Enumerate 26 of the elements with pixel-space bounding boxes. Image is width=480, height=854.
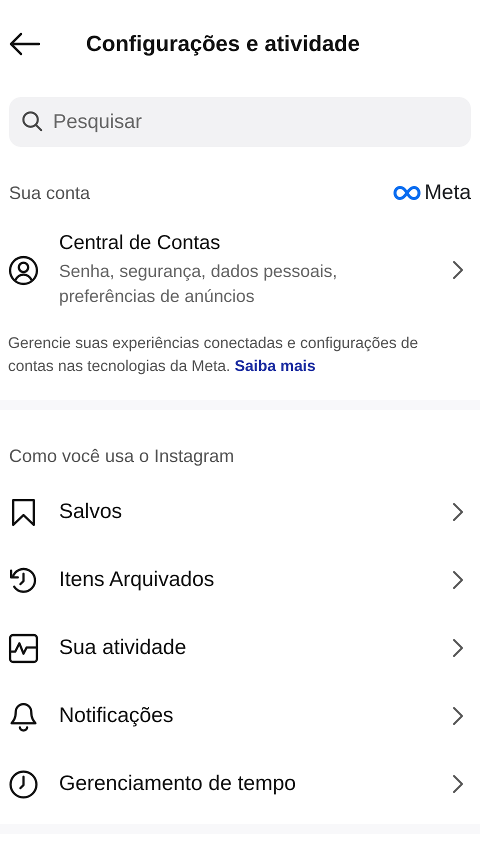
- back-button[interactable]: [8, 30, 42, 58]
- activity-icon: [8, 632, 39, 664]
- bell-icon: [8, 700, 39, 732]
- chevron-icon: [452, 638, 464, 658]
- settings-item[interactable]: Itens Arquivados: [0, 546, 480, 614]
- item-subtitle: Senha, segurança, dados pessoais, preferências de anúncios: [59, 260, 338, 308]
- item-title: Central de Contas: [59, 232, 222, 254]
- settings-item[interactable]: Salvos: [0, 478, 480, 546]
- chevron-icon: [452, 706, 464, 726]
- person-icon: [8, 254, 39, 286]
- section-heading: Sua conta: [9, 182, 90, 204]
- clock-icon: [8, 768, 39, 800]
- search-field[interactable]: Pesquisar: [9, 97, 471, 147]
- brand-logo: Meta: [393, 181, 471, 205]
- settings-item[interactable]: Sua atividade: [0, 614, 480, 682]
- page-title: Configurações e atividade: [86, 31, 360, 57]
- accounts-center-item[interactable]: Central de Contas Senha, segurança, dados pessoais, preferências de anúncios: [0, 220, 480, 320]
- settings-item[interactable]: Notificações: [0, 682, 480, 750]
- chevron-icon: [452, 260, 464, 280]
- chevron-icon: [452, 570, 464, 590]
- chevron-icon: [452, 774, 464, 794]
- settings-item[interactable]: Gerenciamento de tempo: [0, 750, 480, 818]
- chevron-icon: [452, 502, 464, 522]
- description-text: Gerencie suas experiências conectadas e configurações de contas nas tecnologias da Meta. Saiba mais: [7, 334, 420, 377]
- learn-more-link[interactable]: Saiba mais: [234, 358, 316, 375]
- section-heading: Como você usa o Instagram: [9, 446, 234, 466]
